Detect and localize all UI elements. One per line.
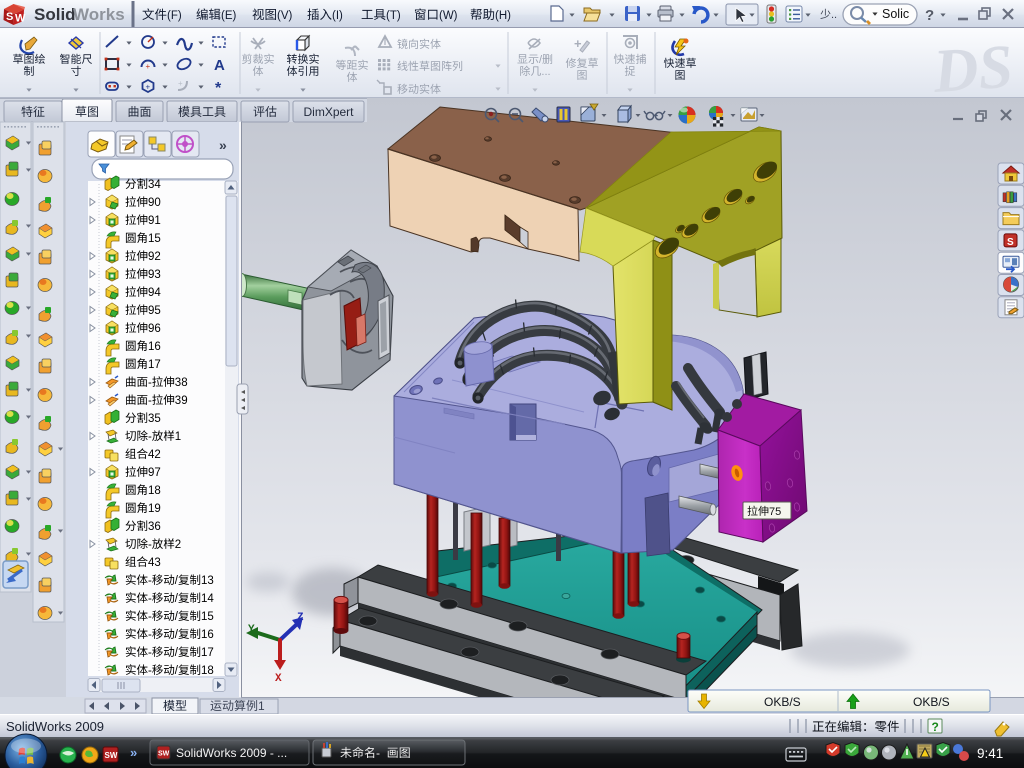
svg-text:15: 15 (201, 611, 214, 623)
svg-text:(I): (I) (332, 10, 343, 22)
svg-text:-: - (148, 629, 152, 641)
svg-text:16: 16 (201, 629, 214, 641)
svg-text:Solid: Solid (34, 5, 76, 24)
svg-text:S: S (1007, 237, 1014, 248)
svg-text:X: X (275, 673, 282, 685)
svg-text:35: 35 (148, 413, 161, 425)
svg-text:-: - (148, 575, 152, 587)
svg-text:...: ... (541, 66, 550, 78)
svg-text:»: » (219, 137, 227, 153)
svg-text:-: - (148, 665, 152, 677)
svg-text:93: 93 (148, 269, 161, 281)
svg-text:(W): (W) (439, 10, 458, 22)
svg-text:?: ? (925, 7, 934, 24)
svg-text:39: 39 (175, 395, 188, 407)
svg-text:75: 75 (769, 506, 781, 518)
svg-text:-: - (148, 395, 152, 407)
svg-text:17: 17 (201, 647, 214, 659)
svg-text:36: 36 (148, 521, 161, 533)
svg-text:SW: SW (105, 751, 118, 760)
svg-text:Solic: Solic (882, 7, 909, 21)
svg-text:-: - (148, 431, 152, 443)
svg-text:18: 18 (201, 665, 214, 677)
svg-text:*: * (215, 80, 222, 97)
svg-text:A: A (214, 57, 225, 74)
svg-text:38: 38 (175, 377, 188, 389)
svg-text:+: + (146, 62, 151, 71)
svg-text:95: 95 (148, 305, 161, 317)
svg-text:-: - (148, 377, 152, 389)
svg-text:-: - (148, 611, 152, 623)
svg-text:(E): (E) (221, 10, 237, 22)
svg-text:SolidWorks 2009: SolidWorks 2009 (6, 719, 104, 734)
svg-text:Y: Y (248, 624, 255, 636)
svg-text:SolidWorks 2009 - ...: SolidWorks 2009 - ... (176, 746, 287, 760)
svg-text:+: + (178, 79, 183, 88)
svg-text:-: - (376, 746, 380, 760)
svg-text:-: - (148, 647, 152, 659)
svg-text:Works: Works (73, 5, 125, 24)
svg-text:1: 1 (258, 699, 265, 713)
svg-text:92: 92 (148, 251, 161, 263)
svg-text:2: 2 (175, 539, 181, 551)
svg-text:(T): (T) (386, 10, 401, 22)
svg-text:OKB/S: OKB/S (913, 695, 950, 709)
svg-text:94: 94 (148, 287, 161, 299)
svg-text:13: 13 (201, 575, 214, 587)
svg-text:43: 43 (148, 557, 161, 569)
svg-text:(H): (H) (495, 10, 511, 22)
svg-text:DS: DS (930, 33, 1015, 106)
svg-text:97: 97 (148, 467, 161, 479)
svg-text:(V): (V) (277, 10, 293, 22)
svg-text:16: 16 (148, 341, 161, 353)
svg-text:-: - (148, 593, 152, 605)
svg-text:S: S (6, 11, 13, 23)
svg-text:15: 15 (148, 233, 161, 245)
svg-text:34: 34 (148, 179, 161, 191)
svg-text:91: 91 (148, 215, 161, 227)
svg-text:42: 42 (148, 449, 161, 461)
svg-text:Z: Z (297, 612, 304, 624)
svg-text:+: + (146, 83, 151, 92)
svg-text:-: - (148, 539, 152, 551)
svg-text:17: 17 (148, 359, 161, 371)
svg-text:(F): (F) (167, 10, 182, 22)
svg-text:»: » (130, 745, 137, 760)
svg-text:SW: SW (158, 751, 170, 758)
svg-text:1: 1 (175, 431, 181, 443)
svg-text:19: 19 (148, 503, 161, 515)
svg-text:18: 18 (148, 485, 161, 497)
svg-text:90: 90 (148, 197, 161, 209)
svg-text:OKB/S: OKB/S (764, 695, 801, 709)
svg-text:9:41: 9:41 (977, 746, 1003, 761)
svg-text:DimXpert: DimXpert (304, 105, 355, 119)
svg-text:96: 96 (148, 323, 161, 335)
svg-text:W: W (15, 13, 26, 25)
svg-text:?: ? (932, 720, 939, 734)
svg-text:..: .. (831, 9, 837, 21)
svg-text:14: 14 (201, 593, 214, 605)
